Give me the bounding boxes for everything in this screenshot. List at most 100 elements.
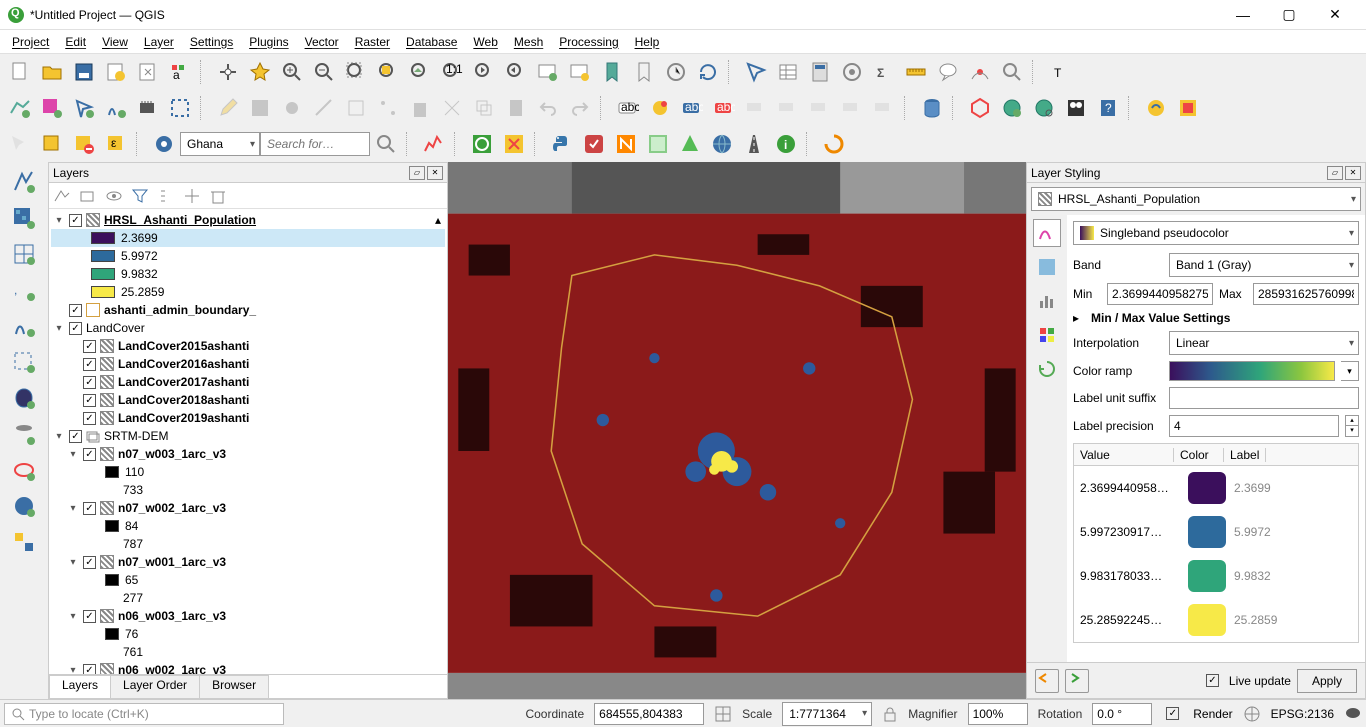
spin-up-icon[interactable]: ▴: [1345, 415, 1359, 426]
menu-processing[interactable]: Processing: [551, 33, 626, 51]
layer-checkbox[interactable]: [83, 556, 96, 569]
zoom-selection-icon[interactable]: [372, 56, 404, 88]
osm-download-icon[interactable]: [996, 92, 1028, 124]
diagram-icon[interactable]: [644, 92, 676, 124]
close-panel-icon[interactable]: ✕: [1345, 166, 1361, 180]
add-oracle-icon[interactable]: [8, 454, 40, 486]
add-group-icon[interactable]: [79, 187, 97, 205]
toolbox-icon[interactable]: [836, 56, 868, 88]
python-console-icon[interactable]: [546, 128, 578, 160]
symbology-tab-icon[interactable]: [1033, 219, 1061, 247]
tab-browser[interactable]: Browser: [199, 675, 269, 698]
messages-icon[interactable]: [1344, 705, 1362, 723]
expand-all-icon[interactable]: [157, 187, 175, 205]
magnifier-field[interactable]: 100%: [968, 703, 1028, 725]
apply-button[interactable]: Apply: [1297, 669, 1357, 693]
search-go-icon[interactable]: [370, 128, 402, 160]
layer-checkbox[interactable]: [69, 214, 82, 227]
change-label-icon[interactable]: [804, 92, 836, 124]
group-name[interactable]: LandCover: [86, 321, 145, 335]
attributes-table-icon[interactable]: [772, 56, 804, 88]
map-canvas[interactable]: [448, 162, 1026, 699]
save-project-icon[interactable]: [68, 56, 100, 88]
plugin-red-icon[interactable]: [578, 128, 610, 160]
classes-table[interactable]: 2.3699440958…2.3699 5.997230917…5.9972 9…: [1073, 465, 1359, 643]
max-input[interactable]: [1253, 283, 1359, 305]
identify-icon[interactable]: [740, 56, 772, 88]
add-vector-layer-icon[interactable]: [4, 92, 36, 124]
roi-tool-icon[interactable]: [498, 128, 530, 160]
layer-checkbox[interactable]: [83, 502, 96, 515]
search-input[interactable]: [260, 132, 370, 156]
layer-checkbox[interactable]: [83, 448, 96, 461]
new-shapefile-icon[interactable]: [68, 92, 100, 124]
layer-checkbox[interactable]: [83, 664, 96, 675]
class-color-swatch[interactable]: [1188, 604, 1226, 636]
expander-icon[interactable]: ▾: [67, 503, 79, 514]
paste-features-icon[interactable]: [500, 92, 532, 124]
zoom-out-icon[interactable]: [308, 56, 340, 88]
hexagon-icon[interactable]: [964, 92, 996, 124]
expander-icon[interactable]: ▾: [53, 431, 65, 442]
expander-icon[interactable]: ▾: [53, 323, 65, 334]
database-icon[interactable]: [916, 92, 948, 124]
scale-combo[interactable]: 1:7771364: [782, 702, 872, 726]
labeling-icon[interactable]: abc: [612, 92, 644, 124]
redo-icon[interactable]: [564, 92, 596, 124]
semi-auto-class-icon[interactable]: [466, 128, 498, 160]
add-vector-icon[interactable]: [8, 166, 40, 198]
add-mesh-icon[interactable]: [8, 238, 40, 270]
add-spatialite-icon[interactable]: [8, 310, 40, 342]
temporal-icon[interactable]: [660, 56, 692, 88]
coordinate-field[interactable]: 684555,804383: [594, 703, 704, 725]
add-line-icon[interactable]: [308, 92, 340, 124]
osm-search-icon[interactable]: [1028, 92, 1060, 124]
cut-features-icon[interactable]: [436, 92, 468, 124]
plugin-1-icon[interactable]: [1140, 92, 1172, 124]
add-delimited-text-icon[interactable]: ,: [8, 274, 40, 306]
show-bookmarks-icon[interactable]: [628, 56, 660, 88]
plugin-swirl-icon[interactable]: [818, 128, 850, 160]
layout-manager-icon[interactable]: [132, 56, 164, 88]
profile-tool-icon[interactable]: [418, 128, 450, 160]
new-geopackage-icon[interactable]: [100, 92, 132, 124]
hide-labels-icon[interactable]: abc: [708, 92, 740, 124]
new-map-view-icon[interactable]: [532, 56, 564, 88]
deselect-icon[interactable]: [68, 128, 100, 160]
plugin-orange-icon[interactable]: [610, 128, 642, 160]
expander-icon[interactable]: ▾: [67, 611, 79, 622]
band-combo[interactable]: Band 1 (Gray): [1169, 253, 1359, 277]
show-labels-icon[interactable]: abc: [676, 92, 708, 124]
close-button[interactable]: ✕: [1312, 0, 1358, 30]
undock-icon[interactable]: ▱: [1327, 166, 1343, 180]
lock-scale-icon[interactable]: [882, 706, 898, 722]
add-virtual-icon[interactable]: [8, 346, 40, 378]
expander-icon[interactable]: ▾: [67, 449, 79, 460]
layer-checkbox[interactable]: [83, 412, 96, 425]
refresh-icon[interactable]: [692, 56, 724, 88]
zoom-next-icon[interactable]: [500, 56, 532, 88]
minmax-settings-expander[interactable]: ▸ Min / Max Value Settings: [1073, 311, 1359, 325]
country-combo[interactable]: Ghana: [180, 132, 260, 156]
copy-features-icon[interactable]: [468, 92, 500, 124]
rendering-tab-icon[interactable]: [1033, 321, 1061, 349]
open-project-icon[interactable]: [36, 56, 68, 88]
layer-selector[interactable]: HRSL_Ashanti_Population: [1031, 187, 1361, 211]
tab-layer-order[interactable]: Layer Order: [110, 675, 200, 698]
plugin-map-icon[interactable]: [642, 128, 674, 160]
nominatim-icon[interactable]: [996, 56, 1028, 88]
manage-visibility-icon[interactable]: [105, 187, 123, 205]
layer-checkbox[interactable]: [83, 610, 96, 623]
layer-name[interactable]: HRSL_Ashanti_Population: [104, 213, 256, 227]
collapse-all-icon[interactable]: [183, 187, 201, 205]
layer-checkbox[interactable]: [83, 376, 96, 389]
live-update-checkbox[interactable]: [1206, 674, 1219, 687]
crs-icon[interactable]: [1243, 705, 1261, 723]
help-icon[interactable]: ?: [1092, 92, 1124, 124]
new-3d-view-icon[interactable]: [564, 56, 596, 88]
maximize-button[interactable]: ▢: [1266, 0, 1312, 30]
menu-web[interactable]: Web: [465, 33, 505, 51]
pan-to-selection-icon[interactable]: [244, 56, 276, 88]
style-manager-icon[interactable]: a: [164, 56, 196, 88]
group-name[interactable]: SRTM-DEM: [104, 429, 168, 443]
